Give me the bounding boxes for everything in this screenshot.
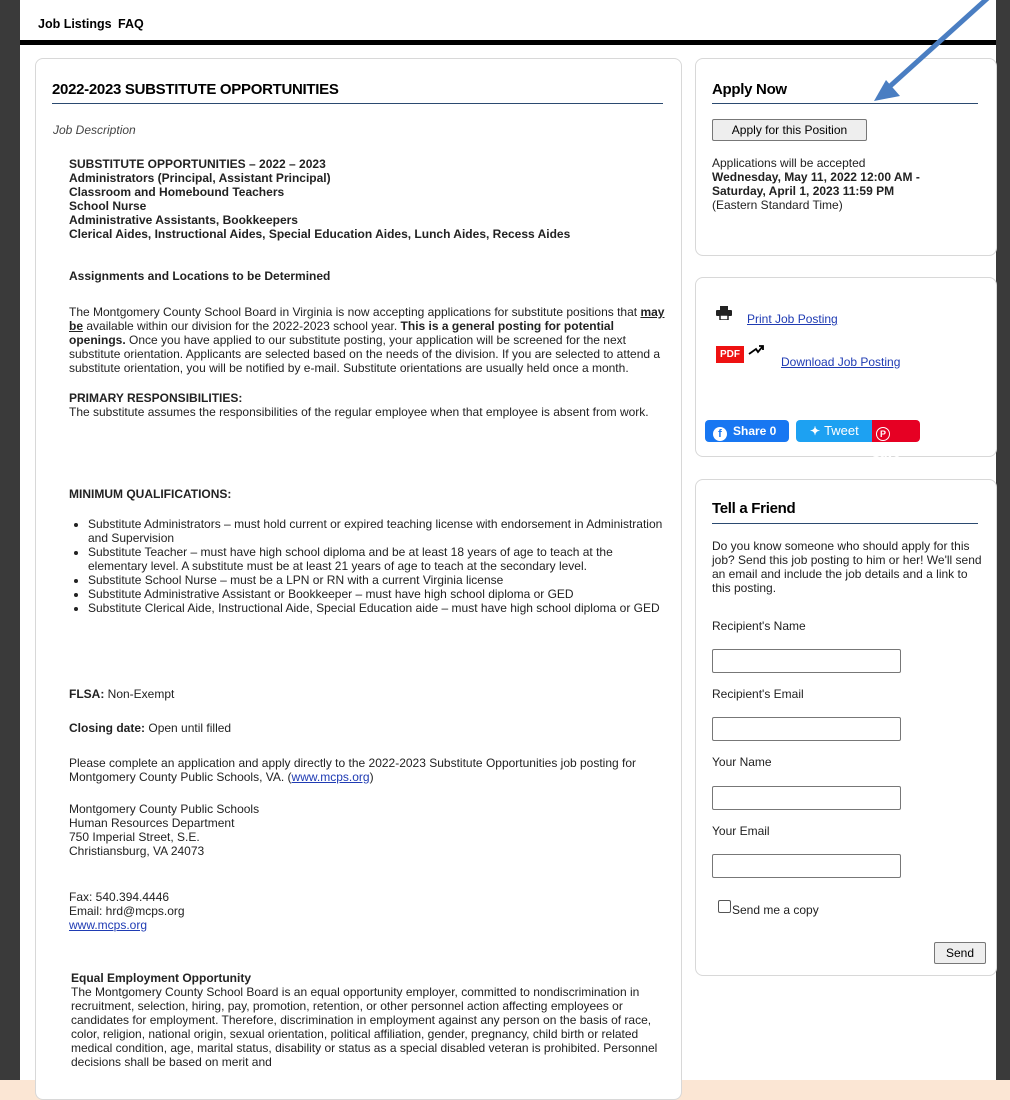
- website-link[interactable]: www.mcps.org: [69, 918, 147, 932]
- apply-heading: Apply Now: [712, 81, 787, 98]
- facebook-icon: f: [713, 427, 727, 441]
- send-copy-checkbox[interactable]: [718, 900, 731, 913]
- window-frame-right: [996, 0, 1010, 1080]
- pinterest-save-button[interactable]: PSave: [872, 420, 920, 460]
- list-item: Substitute Teacher – must have high scho…: [88, 545, 668, 573]
- address-line: Christiansburg, VA 24073: [69, 844, 205, 858]
- tell-a-friend-heading: Tell a Friend: [712, 500, 796, 517]
- address-line: 750 Imperial Street, S.E.: [69, 830, 200, 844]
- send-button[interactable]: Send: [934, 942, 986, 964]
- twitter-icon: ✦: [810, 424, 821, 438]
- annotation-arrow: [874, 0, 990, 101]
- apply-instructions: Please complete an application and apply…: [69, 756, 637, 784]
- friend-rule: [712, 523, 978, 524]
- tell-a-friend-panel: Tell a Friend Do you know someone who sh…: [695, 479, 997, 976]
- job-title: 2022-2023 SUBSTITUTE OPPORTUNITIES: [52, 81, 339, 98]
- posting-tools-panel: Print Job Posting PDF Download Job Posti…: [695, 277, 997, 460]
- eeo-heading: Equal Employment Opportunity: [71, 971, 252, 985]
- contact-block: Fax: 540.394.4446 Email: hrd@mcps.org ww…: [69, 890, 185, 932]
- your-name-input[interactable]: [712, 786, 901, 810]
- primary-text: The substitute assumes the responsibilit…: [69, 405, 649, 419]
- position-line: SUBSTITUTE OPPORTUNITIES – 2022 – 2023: [69, 157, 326, 171]
- job-description-panel: 2022-2023 SUBSTITUTE OPPORTUNITIES Job D…: [35, 58, 682, 1100]
- flsa-line: FLSA: Non-Exempt: [69, 687, 175, 701]
- qualifications-list: Substitute Administrators – must hold cu…: [36, 517, 668, 615]
- nav-faq[interactable]: FAQ: [118, 17, 144, 31]
- mcps-link[interactable]: www.mcps.org: [292, 770, 370, 784]
- position-line: Classroom and Homebound Teachers: [69, 185, 285, 199]
- page: Job Listings FAQ 2022-2023 SUBSTITUTE OP…: [20, 0, 997, 1100]
- fax-line: Fax: 540.394.4446: [69, 890, 170, 904]
- recipient-email-label: Recipient's Email: [712, 687, 804, 701]
- printer-icon: [716, 306, 732, 325]
- apply-window: Applications will be accepted Wednesday,…: [712, 156, 920, 212]
- list-item: Substitute Administrative Assistant or B…: [88, 587, 668, 601]
- title-rule: [52, 103, 663, 104]
- tweet-button[interactable]: ✦ Tweet: [796, 420, 872, 442]
- address-line: Montgomery County Public Schools: [69, 802, 260, 816]
- eeo-text: The Montgomery County School Board is an…: [71, 985, 658, 1069]
- primary-heading: PRIMARY RESPONSIBILITIES:: [69, 391, 243, 405]
- facebook-share-button[interactable]: f Share 0: [705, 420, 789, 442]
- list-item: Substitute Clerical Aide, Instructional …: [88, 601, 668, 615]
- tell-a-friend-text: Do you know someone who should apply for…: [712, 539, 982, 595]
- position-line: Administrators (Principal, Assistant Pri…: [69, 171, 331, 185]
- your-email-label: Your Email: [712, 824, 770, 838]
- closing-date-line: Closing date: Open until filled: [69, 721, 232, 735]
- email-line: Email: hrd@mcps.org: [69, 904, 185, 918]
- window-frame-left: [0, 0, 20, 1080]
- recipient-email-input[interactable]: [712, 717, 901, 741]
- print-job-posting-link[interactable]: Print Job Posting: [747, 312, 838, 326]
- download-job-posting-link[interactable]: Download Job Posting: [781, 355, 900, 369]
- qualifications-heading: MINIMUM QUALIFICATIONS:: [69, 487, 232, 501]
- recipient-name-input[interactable]: [712, 649, 901, 673]
- section-label: Job Description: [53, 123, 136, 137]
- nav-job-listings[interactable]: Job Listings: [38, 17, 112, 31]
- recipient-name-label: Recipient's Name: [712, 619, 806, 633]
- assignments-heading: Assignments and Locations to be Determin…: [69, 269, 331, 283]
- list-item: Substitute School Nurse – must be a LPN …: [88, 573, 668, 587]
- list-item: Substitute Administrators – must hold cu…: [88, 517, 668, 545]
- position-line: Administrative Assistants, Bookkeepers: [69, 213, 298, 227]
- your-email-input[interactable]: [712, 854, 901, 878]
- address-block: Montgomery County Public Schools Human R…: [69, 802, 259, 858]
- position-line: Clerical Aides, Instructional Aides, Spe…: [69, 227, 571, 241]
- pinterest-icon: P: [876, 427, 890, 441]
- intro-paragraph: The Montgomery County School Board in Vi…: [69, 305, 665, 375]
- positions-list: SUBSTITUTE OPPORTUNITIES – 2022 – 2023 A…: [69, 157, 669, 241]
- top-navigation: Job Listings FAQ: [20, 0, 996, 45]
- position-line: School Nurse: [69, 199, 147, 213]
- your-name-label: Your Name: [712, 755, 772, 769]
- apply-button[interactable]: Apply for this Position: [712, 119, 867, 141]
- pdf-download-icon: PDF: [716, 344, 765, 363]
- address-line: Human Resources Department: [69, 816, 235, 830]
- send-copy-label: Send me a copy: [732, 903, 819, 917]
